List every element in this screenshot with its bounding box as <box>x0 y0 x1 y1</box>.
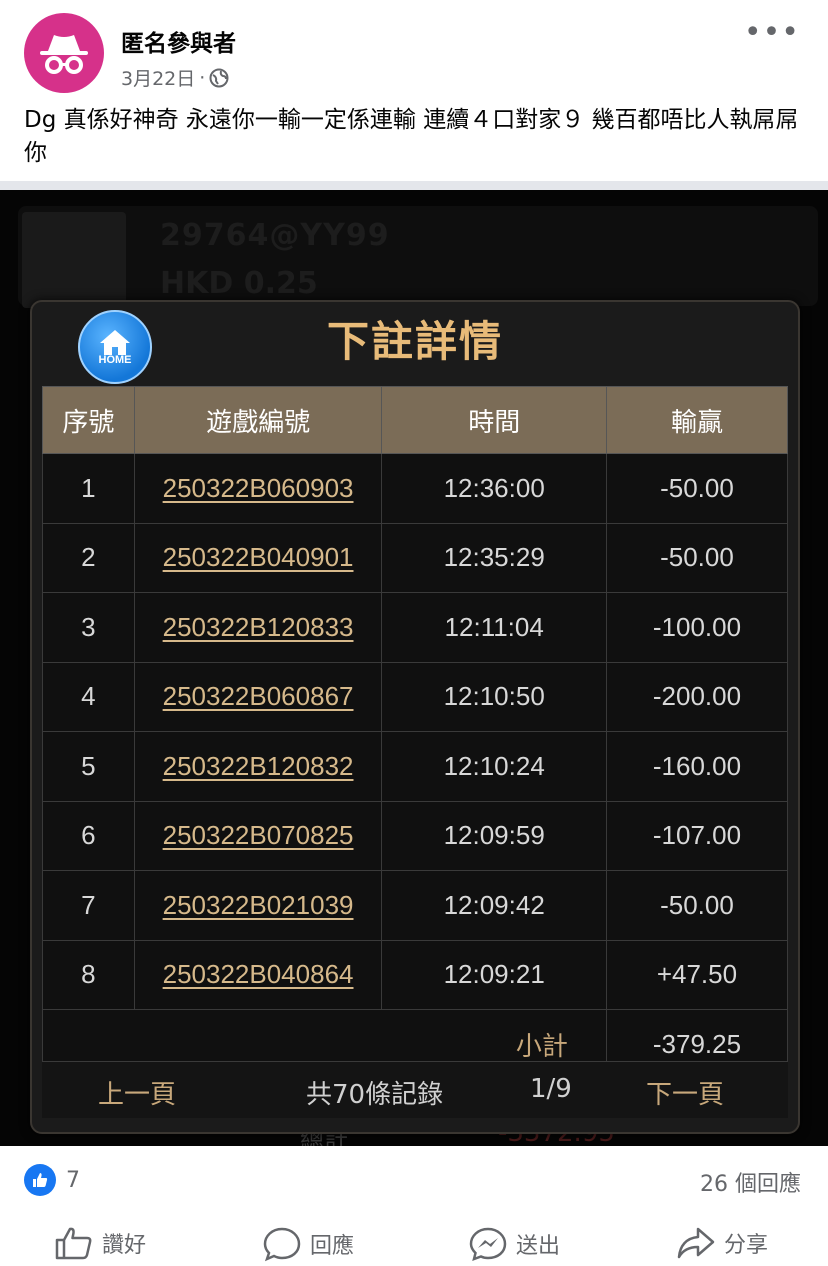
game-id-link: 250322B120832 <box>133 731 383 802</box>
game-id-link: 250322B070825 <box>133 800 383 871</box>
background-avatar <box>22 212 126 308</box>
pagination: 上一頁 共70條記錄 1/9 下一頁 <box>42 1061 788 1118</box>
row-number: 4 <box>42 661 135 732</box>
row-number: 2 <box>42 522 135 593</box>
reactions-summary[interactable]: 7 <box>24 1164 80 1196</box>
col-header-time: 時間 <box>381 386 607 454</box>
bet-details-panel: HOME 下註詳情 序號 遊戲編號 時間 輸贏 1 250322B060903 12… <box>30 300 800 1134</box>
row-number: 3 <box>42 592 135 663</box>
post-text: Dg 真係好神奇 永遠你一輸一定係連輸 連續４口對家９ 幾百都唔比人執屌屌你 <box>24 107 799 166</box>
page-indicator: 1/9 <box>530 1074 572 1104</box>
bet-time: 12:11:04 <box>381 592 607 663</box>
comment-bubble-icon <box>263 1227 301 1262</box>
game-id-link: 250322B040901 <box>133 522 383 593</box>
bet-time: 12:10:50 <box>381 661 607 732</box>
game-id-link[interactable]: 250322B060867 <box>163 681 354 711</box>
comments-count[interactable]: 26 個回應 <box>700 1166 801 1198</box>
bet-time: 12:09:59 <box>381 800 607 871</box>
send-button[interactable]: 送出 <box>468 1226 560 1262</box>
win-loss-value: -107.00 <box>605 800 789 871</box>
background-balance: HKD 0.25 <box>160 266 318 301</box>
globe-icon <box>209 68 229 87</box>
game-id-link[interactable]: 250322B021039 <box>163 890 354 920</box>
incognito-icon <box>40 35 88 74</box>
table-row: 4 250322B060867 12:10:50 -200.00 <box>42 661 789 732</box>
game-id-link[interactable]: 250322B120833 <box>163 612 354 642</box>
more-options-icon[interactable]: ••• <box>744 18 800 48</box>
meta-separator: · <box>199 66 206 89</box>
post-date[interactable]: 3月22日 <box>121 64 195 91</box>
like-count: 7 <box>66 1167 80 1193</box>
game-id-link[interactable]: 250322B040901 <box>163 542 354 572</box>
row-number: 7 <box>42 870 135 941</box>
bet-table: 序號 遊戲編號 時間 輸贏 1 250322B060903 12:36:00 -50.… <box>42 386 789 1080</box>
bet-time: 12:35:29 <box>381 522 607 593</box>
table-row: 3 250322B120833 12:11:04 -100.00 <box>42 592 789 663</box>
post-image[interactable]: 29764@YY99 HKD 0.25 總計 -3372.95 HOME 下註詳… <box>0 190 828 1146</box>
win-loss-value: -50.00 <box>605 453 789 524</box>
game-id-link[interactable]: 250322B060903 <box>163 473 354 503</box>
table-row: 1 250322B060903 12:36:00 -50.00 <box>42 453 789 524</box>
panel-title: 下註詳情 <box>326 317 503 366</box>
table-row: 7 250322B021039 12:09:42 -50.00 <box>42 870 789 941</box>
thumbs-up-icon <box>55 1227 92 1260</box>
messenger-icon <box>469 1227 507 1261</box>
table-row: 8 250322B040864 12:09:21 +47.50 <box>42 939 789 1010</box>
comment-label: 回應 <box>310 1234 355 1259</box>
row-number: 6 <box>42 800 135 871</box>
table-row: 6 250322B070825 12:09:59 -107.00 <box>42 800 789 871</box>
share-arrow-icon <box>677 1227 715 1259</box>
game-id-link: 250322B060903 <box>133 453 383 524</box>
win-loss-value: -100.00 <box>605 592 789 663</box>
table-row: 2 250322B040901 12:35:29 -50.00 <box>42 522 789 593</box>
game-id-link: 250322B060867 <box>133 661 383 732</box>
prev-page-button[interactable]: 上一頁 <box>98 1074 176 1111</box>
table-row: 5 250322B120832 12:10:24 -160.00 <box>42 731 789 802</box>
win-loss-value: -50.00 <box>605 870 789 941</box>
share-button[interactable]: 分享 <box>676 1226 768 1260</box>
bet-time: 12:09:42 <box>381 870 607 941</box>
like-label: 讚好 <box>102 1233 147 1258</box>
next-page-button[interactable]: 下一頁 <box>646 1074 724 1111</box>
win-loss-value: -200.00 <box>605 661 789 732</box>
game-id-link: 250322B021039 <box>133 870 383 941</box>
divider <box>0 181 828 190</box>
game-id-link[interactable]: 250322B040864 <box>163 959 354 989</box>
author-avatar[interactable] <box>24 13 104 93</box>
author-name[interactable]: 匿名參與者 <box>121 24 236 58</box>
like-button[interactable]: 讚好 <box>54 1226 146 1260</box>
col-header-game-id: 遊戲編號 <box>133 386 383 454</box>
record-count: 共70條記錄 <box>306 1080 444 1110</box>
col-header-no: 序號 <box>42 386 135 454</box>
win-loss-value: -160.00 <box>605 731 789 802</box>
background-username: 29764@YY99 <box>160 218 390 253</box>
win-loss-value: +47.50 <box>605 939 789 1010</box>
game-id-link[interactable]: 250322B120832 <box>163 751 354 781</box>
row-number: 5 <box>42 731 135 802</box>
bet-time: 12:10:24 <box>381 731 607 802</box>
game-id-link[interactable]: 250322B070825 <box>163 820 354 850</box>
game-id-link: 250322B120833 <box>133 592 383 663</box>
comment-button[interactable]: 回應 <box>262 1226 354 1262</box>
like-reaction-icon <box>24 1164 56 1196</box>
col-header-win-loss: 輸贏 <box>605 386 789 454</box>
bet-time: 12:09:21 <box>381 939 607 1010</box>
share-label: 分享 <box>724 1233 769 1258</box>
background-topbar <box>18 206 818 306</box>
row-number: 8 <box>42 939 135 1010</box>
send-label: 送出 <box>516 1234 561 1259</box>
table-header-row: 序號 遊戲編號 時間 輸贏 <box>42 386 789 454</box>
game-id-link: 250322B040864 <box>133 939 383 1010</box>
post-meta: 3月22日 · <box>121 64 229 91</box>
post-actions: 讚好 回應 送出 分享 <box>0 1226 828 1266</box>
bet-time: 12:36:00 <box>381 453 607 524</box>
win-loss-value: -50.00 <box>605 522 789 593</box>
row-number: 1 <box>42 453 135 524</box>
